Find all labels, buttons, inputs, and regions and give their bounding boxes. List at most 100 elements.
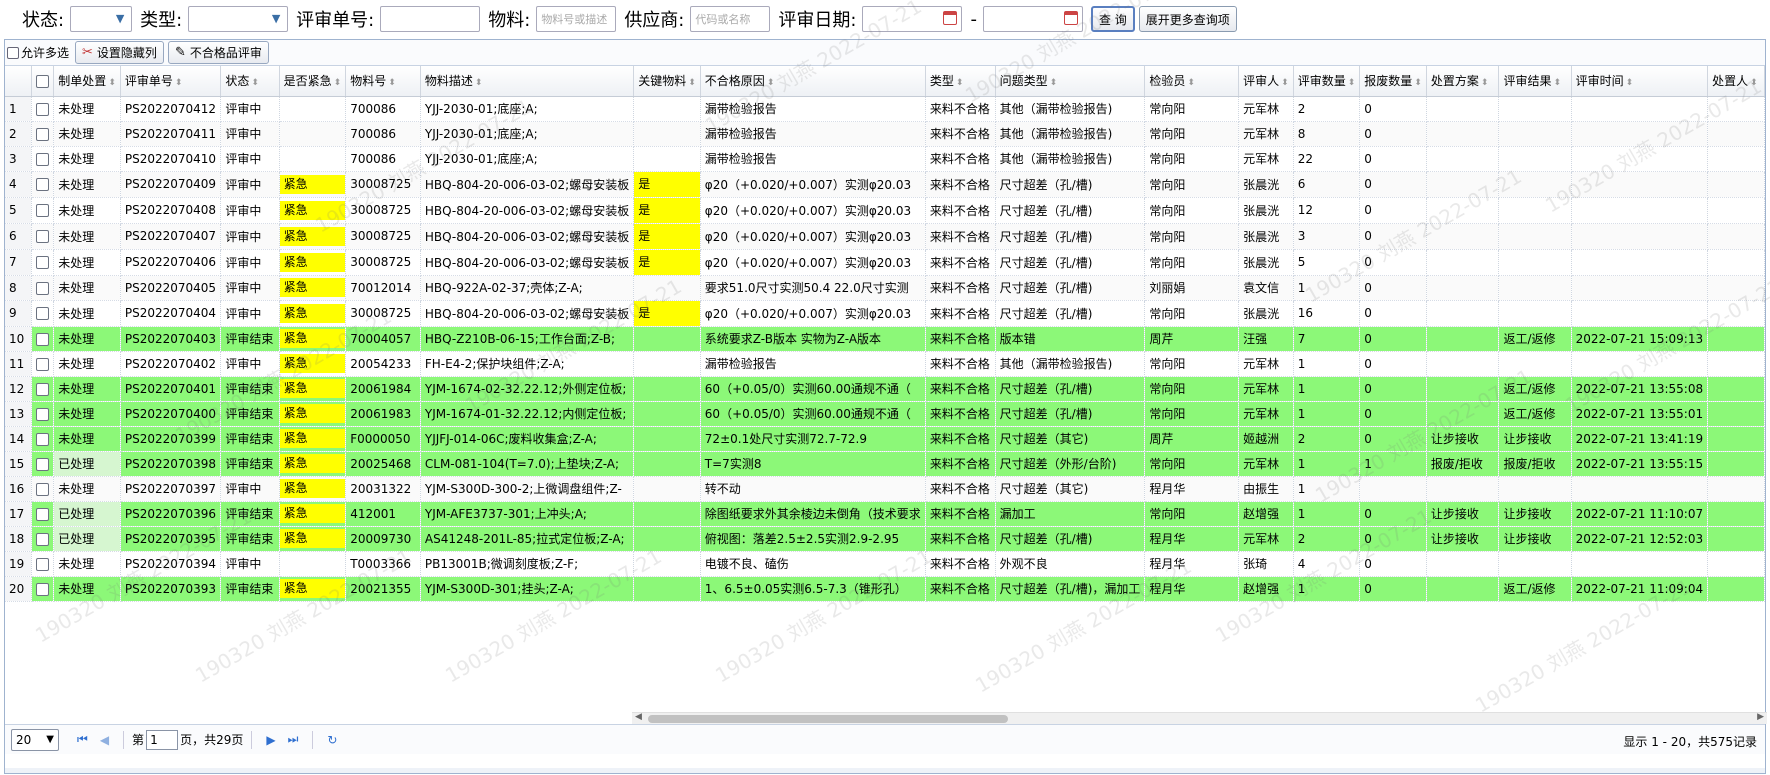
row-checkbox[interactable] (35, 332, 49, 346)
table-row[interactable]: 6 未处理 PS2022070407 评审中 紧急 30008725 HBQ-804-20-… (5, 223, 1765, 250)
row-select-cell[interactable] (31, 121, 55, 147)
last-page-icon[interactable]: ⏭ (288, 732, 299, 747)
sort-icon[interactable]: ⬍ (1481, 78, 1489, 88)
scroll-right-icon[interactable]: ▶ (1757, 712, 1764, 722)
row-select-cell[interactable] (31, 249, 55, 276)
scrollbar-thumb[interactable] (648, 715, 1008, 723)
row-checkbox[interactable] (35, 230, 49, 243)
column-header[interactable]: 评审数量 ⬍ (1293, 66, 1361, 97)
row-select-cell[interactable] (31, 197, 55, 224)
sort-icon[interactable]: ⬍ (1281, 78, 1289, 88)
sort-icon[interactable]: ⬍ (475, 78, 483, 88)
column-header[interactable]: 报废数量 ⬍ (1359, 66, 1427, 97)
column-header[interactable]: 处置人 ⬍ (1707, 66, 1765, 97)
row-select-cell[interactable] (31, 275, 55, 301)
row-checkbox[interactable] (35, 582, 49, 596)
date-from-input[interactable] (862, 6, 963, 32)
page-size-select[interactable]: 20 ▼ (11, 728, 59, 751)
table-row[interactable]: 10 未处理 PS2022070403 评审结束 紧急 70004057 HBQ-Z210B… (5, 326, 1765, 352)
multi-select-checkbox[interactable] (7, 46, 19, 59)
row-select-cell[interactable] (31, 96, 55, 122)
date-to-input[interactable] (982, 6, 1083, 32)
select-all-header[interactable] (31, 66, 55, 97)
row-select-cell[interactable] (31, 223, 55, 250)
row-checkbox[interactable] (35, 256, 49, 269)
row-checkbox[interactable] (35, 482, 49, 496)
table-row[interactable]: 7 未处理 PS2022070406 评审中 紧急 30008725 HBQ-804-20-… (5, 249, 1765, 276)
next-page-icon[interactable]: ▶ (266, 733, 275, 747)
supplier-input[interactable]: 代码或名称 (690, 6, 771, 32)
table-row[interactable]: 19 未处理 PS2022070394 评审中 T0003366 PB13001B;微调刻… (5, 551, 1765, 577)
row-checkbox[interactable] (35, 307, 49, 320)
sort-icon[interactable]: ⬍ (108, 78, 116, 88)
hide-columns-button[interactable]: ✂ 设置隐藏列 (75, 41, 164, 64)
row-select-cell[interactable] (31, 551, 55, 577)
select-all-checkbox[interactable] (35, 74, 49, 88)
material-input[interactable]: 物料号或描述 (536, 6, 617, 32)
row-select-cell[interactable] (31, 576, 55, 602)
sort-icon[interactable]: ⬍ (956, 78, 964, 88)
table-row[interactable]: 17 已处理 PS2022070396 评审结束 紧急 412001 YJM-AFE3737… (5, 501, 1765, 527)
column-header[interactable]: 不合格原因 ⬍ (700, 66, 926, 97)
prev-page-icon[interactable]: ◀ (100, 733, 109, 747)
row-checkbox[interactable] (35, 432, 49, 446)
sort-icon[interactable]: ⬍ (334, 78, 342, 88)
calendar-icon[interactable] (943, 11, 958, 25)
status-select[interactable]: ▼ (70, 6, 133, 32)
first-page-icon[interactable]: ⏮ (77, 732, 88, 747)
column-header[interactable]: 关键物料 ⬍ (633, 66, 701, 97)
column-header[interactable]: 评审时间 ⬍ (1571, 66, 1709, 97)
row-select-cell[interactable] (31, 501, 55, 527)
column-header[interactable]: 评审结果 ⬍ (1498, 66, 1572, 97)
row-checkbox[interactable] (35, 557, 49, 571)
column-header[interactable]: 评审人 ⬍ (1238, 66, 1294, 97)
row-checkbox[interactable] (35, 152, 49, 166)
calendar-icon[interactable] (1063, 11, 1078, 25)
row-select-cell[interactable] (31, 146, 55, 172)
sort-icon[interactable]: ⬍ (175, 78, 183, 88)
sort-icon[interactable]: ⬍ (388, 78, 396, 88)
column-header[interactable]: 类型 ⬍ (925, 66, 996, 97)
scroll-left-icon[interactable]: ◀ (635, 712, 642, 722)
column-header[interactable]: 物料号 ⬍ (345, 66, 421, 97)
page-number-input[interactable]: 1 (146, 729, 179, 750)
table-row[interactable]: 14 未处理 PS2022070399 评审结束 紧急 F0000050 YJJFJ-014… (5, 426, 1765, 452)
row-select-cell[interactable] (31, 326, 55, 352)
table-row[interactable]: 5 未处理 PS2022070408 评审中 紧急 30008725 HBQ-804-20-… (5, 197, 1765, 224)
column-header[interactable]: 是否紧急 ⬍ (279, 66, 347, 97)
column-header[interactable]: 处置方案 ⬍ (1426, 66, 1500, 97)
table-row[interactable]: 1 未处理 PS2022070412 评审中 700086 YJJ-2030-01;底座;… (5, 96, 1765, 122)
refresh-icon[interactable]: ↻ (327, 733, 337, 747)
row-select-cell[interactable] (31, 376, 55, 402)
row-select-cell[interactable] (31, 526, 55, 552)
row-select-cell[interactable] (31, 451, 55, 477)
row-checkbox[interactable] (35, 102, 49, 116)
table-row[interactable]: 20 未处理 PS2022070393 评审结束 紧急 20021355 YJM-S300D… (5, 576, 1765, 602)
row-select-cell[interactable] (31, 476, 55, 502)
row-checkbox[interactable] (35, 357, 49, 371)
row-select-cell[interactable] (31, 300, 55, 327)
table-row[interactable]: 13 未处理 PS2022070400 评审结束 紧急 20061983 YJM-1674-… (5, 401, 1765, 427)
row-checkbox[interactable] (35, 178, 49, 191)
column-header[interactable]: 物料描述 ⬍ (420, 66, 635, 97)
row-select-cell[interactable] (31, 351, 55, 377)
column-header[interactable]: 制单处置 ⬍ (53, 66, 121, 97)
query-button[interactable]: 查 询 (1090, 6, 1135, 32)
row-checkbox[interactable] (35, 407, 49, 421)
row-select-cell[interactable] (31, 401, 55, 427)
table-row[interactable]: 15 已处理 PS2022070398 评审结束 紧急 20025468 CLM-081-1… (5, 451, 1765, 477)
row-select-cell[interactable] (31, 171, 55, 198)
column-header[interactable]: 检验员 ⬍ (1144, 66, 1240, 97)
sort-icon[interactable]: ⬍ (1626, 78, 1634, 88)
table-row[interactable]: 12 未处理 PS2022070401 评审结束 紧急 20061984 YJM-1674-… (5, 376, 1765, 402)
table-row[interactable]: 8 未处理 PS2022070405 评审中 紧急 70012014 HBQ-922A-02… (5, 275, 1765, 301)
table-row[interactable]: 16 未处理 PS2022070397 评审中 紧急 20031322 YJM-S300D-… (5, 476, 1765, 502)
row-checkbox[interactable] (35, 507, 49, 521)
horizontal-scrollbar[interactable]: ◀ ▶ (632, 712, 1767, 724)
sort-icon[interactable]: ⬍ (1553, 78, 1561, 88)
sort-icon[interactable]: ⬍ (251, 78, 259, 88)
table-row[interactable]: 2 未处理 PS2022070411 评审中 700086 YJJ-2030-01;底座;… (5, 121, 1765, 147)
sort-icon[interactable]: ⬍ (1187, 78, 1195, 88)
sort-icon[interactable]: ⬍ (767, 78, 775, 88)
sort-icon[interactable]: ⬍ (688, 78, 696, 88)
